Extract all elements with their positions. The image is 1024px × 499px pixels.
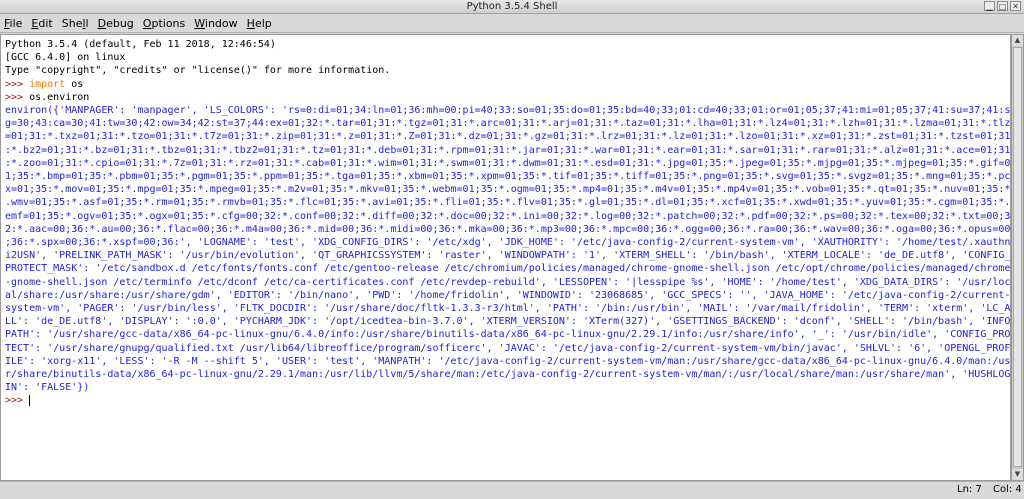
command-text: os	[65, 78, 84, 90]
line-number: Ln: 7	[957, 484, 982, 495]
input-line: >>> os.environ	[5, 91, 1010, 104]
prompt: >>>	[5, 395, 30, 407]
output-line: TECT': '/usr/share/gnupg/qualified.txt /…	[5, 342, 1011, 354]
text-cursor	[29, 394, 31, 406]
menu-help[interactable]: Help	[247, 14, 272, 33]
banner-line: Python 3.5.4 (default, Feb 11 2018, 12:4…	[5, 39, 276, 50]
shell-text-area[interactable]: Python 3.5.4 (default, Feb 11 2018, 12:4…	[0, 34, 1011, 481]
output-line: 2:*.aac=00;36:*.au=00;36:*.flac=00;36:*.…	[5, 223, 1011, 235]
output-line: i2USN', 'PRELINK_PATH_MASK': '/usr/bin/e…	[5, 250, 1011, 262]
output-line: environ({'MANPAGER': 'manpager', 'LS_COL…	[5, 105, 1011, 117]
menu-bar: File Edit Shell Debug Options Window Hel…	[0, 14, 1024, 33]
close-icon[interactable]: ✕	[1010, 1, 1021, 11]
input-line: >>> import os	[5, 78, 1010, 91]
output-line: r/share/binutils-data/x86_64-pc-linux-gn…	[5, 369, 1011, 381]
output-line: :*.bz2=01;31:*.bz=01;31:*.tbz=01;31:*.tb…	[5, 144, 1011, 156]
output-line: system-vm', 'PAGER': '/usr/bin/less', 'F…	[5, 303, 1011, 315]
output-line: ILE': 'xorg-x11', 'LESS': '-R -M --shift…	[5, 355, 1011, 367]
command-text: os.environ	[29, 91, 90, 103]
banner-line: [GCC 6.4.0] on linux	[5, 52, 126, 64]
keyword: import	[29, 78, 66, 90]
window-controls: ▁ □ ✕	[984, 1, 1021, 11]
status-bar: Ln: 7 Col: 4	[0, 481, 1024, 499]
output-line: al/share:/usr/share:/usr/share/gdm', 'ED…	[5, 289, 1011, 301]
input-line[interactable]: >>>	[5, 394, 1010, 407]
output-line: LL': 'de_DE.utf8', 'DISPLAY': ':0.0', 'P…	[5, 316, 1011, 328]
banner-line: Type "copyright", "credits" or "license(…	[5, 65, 391, 77]
scrollbar-thumb[interactable]	[1013, 47, 1022, 467]
menu-debug[interactable]: Debug	[98, 14, 134, 33]
title-bar: Python 3.5.4 Shell ▁ □ ✕	[0, 0, 1024, 14]
menu-edit[interactable]: Edit	[31, 14, 52, 33]
scroll-up-icon[interactable]: ▲	[1012, 35, 1023, 46]
output-line: x=01;35:*.mov=01;35:*.mpg=01;35:*.mpeg=0…	[5, 184, 1011, 196]
menu-window[interactable]: Window	[194, 14, 237, 33]
output-line: g=30;43:ca=30;41:tw=30;42:ow=34;42:st=37…	[5, 118, 1011, 130]
output-line: ;36:*.spx=00;36:*.xspf=00;36:', 'LOGNAME…	[5, 237, 1011, 249]
vertical-scrollbar[interactable]: ▲ ▼	[1011, 34, 1024, 481]
output-line: .wmv=01;35:*.asf=01;35:*.rm=01;35:*.rmvb…	[5, 197, 1011, 209]
prompt: >>>	[5, 78, 30, 90]
menu-shell[interactable]: Shell	[62, 14, 89, 33]
column-number: Col: 4	[993, 484, 1022, 495]
minimize-icon[interactable]: ▁	[984, 1, 995, 11]
output-line: PATH': '/usr/share/gcc-data/x86_64-pc-li…	[5, 329, 1011, 341]
output-line: =01;31:*.txz=01;31:*.tzo=01;31:*.t7z=01;…	[5, 131, 1011, 143]
maximize-icon[interactable]: □	[997, 1, 1008, 11]
menu-options[interactable]: Options	[143, 14, 185, 33]
prompt: >>>	[5, 91, 30, 103]
output-line: :*.zoo=01;31:*.cpio=01;31:*.7z=01;31:*.r…	[5, 157, 1011, 169]
output-line: IN': 'FALSE'})	[5, 382, 90, 394]
scroll-down-icon[interactable]: ▼	[1012, 469, 1023, 480]
window-title: Python 3.5.4 Shell	[466, 1, 558, 12]
menu-file[interactable]: File	[4, 14, 22, 33]
output-line: PROTECT_MASK': '/etc/sandbox.d /etc/font…	[5, 263, 1011, 275]
output-line: emf=01;35:*.ogv=01;35:*.ogx=01;35:*.cfg=…	[5, 210, 1011, 222]
output-line: 1;35:*.bmp=01;35:*.pbm=01;35:*.pgm=01;35…	[5, 171, 1011, 183]
output-line: -gnome-shell.json /etc/terminfo /etc/dco…	[5, 276, 1011, 288]
